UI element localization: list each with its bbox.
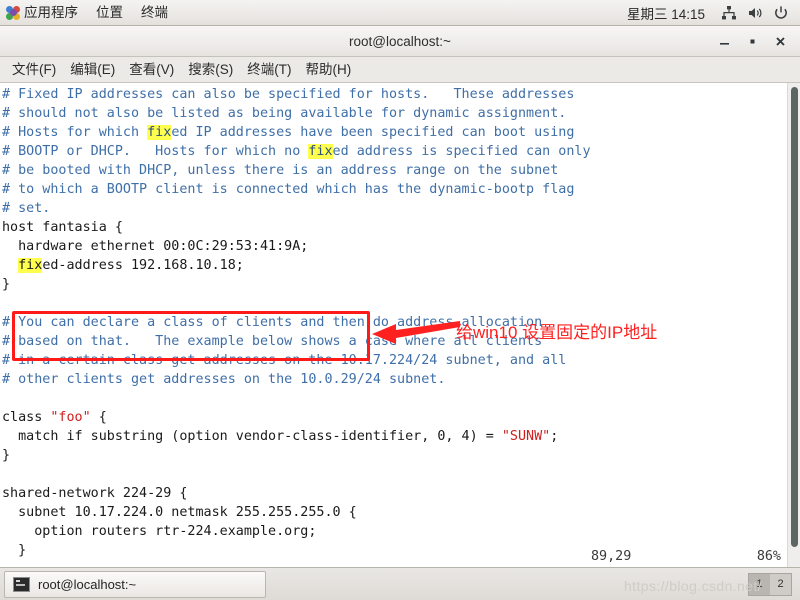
menu-help[interactable]: 帮助(H) <box>299 57 359 82</box>
applications-menu[interactable]: 应用程序 <box>0 0 87 25</box>
scroll-percent: 86% <box>756 549 781 564</box>
system-tray: 星期三 14:15 <box>617 1 800 25</box>
close-button[interactable] <box>766 29 794 55</box>
terminal-line: # based on that. The example below shows… <box>2 334 543 349</box>
window-controls <box>710 26 794 57</box>
terminal-menu[interactable]: 终端 <box>132 0 177 25</box>
title-bar[interactable]: root@localhost:~ <box>0 26 800 57</box>
terminal-icon <box>13 576 30 592</box>
terminal-line: hardware ethernet 00:0C:29:53:41:9A; <box>2 239 309 254</box>
terminal-text: # Fixed IP addresses can also be specifi… <box>0 83 787 567</box>
menu-file[interactable]: 文件(F) <box>5 57 63 82</box>
clock[interactable]: 星期三 14:15 <box>617 3 715 23</box>
menu-view[interactable]: 查看(V) <box>122 57 181 82</box>
terminal-scrollbar[interactable] <box>787 83 800 567</box>
terminal-line: # You can declare a class of clients and… <box>2 315 543 330</box>
terminal-content[interactable]: # Fixed IP addresses can also be specifi… <box>0 83 800 567</box>
terminal-line: # in a certain class get addresses on th… <box>2 353 567 368</box>
terminal-line: shared-network 224-29 { <box>2 486 188 501</box>
terminal-line: # set. <box>2 201 51 216</box>
taskbar-window-button[interactable]: root@localhost:~ <box>4 570 266 598</box>
maximize-button[interactable] <box>738 29 766 55</box>
terminal-line: } <box>2 448 11 463</box>
terminal-line: # Hosts for which fixed IP addresses hav… <box>2 125 575 140</box>
taskbar-right: https://blog.csdn.net/ 1 2 <box>624 572 796 596</box>
terminal-window: root@localhost:~ 文件(F) 编辑(E) 查看(V) 搜索(S)… <box>0 26 800 567</box>
terminal-line: } <box>2 277 11 292</box>
terminal-line: # should not also be listed as being ava… <box>2 106 567 121</box>
terminal-line: subnet 10.17.224.0 netmask 255.255.255.0… <box>2 505 357 520</box>
taskbar: root@localhost:~ https://blog.csdn.net/ … <box>0 567 800 600</box>
menu-bar: 文件(F) 编辑(E) 查看(V) 搜索(S) 终端(T) 帮助(H) <box>0 57 800 83</box>
gnome-logo-icon <box>6 5 20 20</box>
terminal-line: option routers rtr-224.example.org; <box>2 524 317 539</box>
terminal-line: # be booted with DHCP, unless there is a… <box>2 163 559 178</box>
terminal-line: match if substring (option vendor-class-… <box>2 429 559 444</box>
power-icon[interactable] <box>769 1 793 25</box>
workspace-2[interactable]: 2 <box>770 574 791 595</box>
network-icon[interactable] <box>717 1 741 25</box>
menu-edit[interactable]: 编辑(E) <box>63 57 122 82</box>
volume-icon[interactable] <box>743 1 767 25</box>
cursor-position: 89,29 <box>591 549 632 564</box>
menu-search[interactable]: 搜索(S) <box>181 57 240 82</box>
taskbar-window-label: root@localhost:~ <box>38 576 137 592</box>
annotation-text: 给win10 设置固定的IP地址 <box>456 323 658 342</box>
top-panel: 应用程序 位置 终端 星期三 14:15 <box>0 0 800 26</box>
window-title: root@localhost:~ <box>349 33 451 49</box>
menu-terminal[interactable]: 终端(T) <box>240 57 298 82</box>
applications-menu-label: 应用程序 <box>24 5 78 20</box>
scrollbar-thumb[interactable] <box>791 87 798 547</box>
editor-status-line: 89,29 86% <box>0 547 787 566</box>
terminal-line: fixed-address 192.168.10.18; <box>18 258 244 273</box>
terminal-line: # Fixed IP addresses can also be specifi… <box>2 87 575 102</box>
watermark-text: https://blog.csdn.net/ <box>624 577 762 594</box>
terminal-line: # BOOTP or DHCP. Hosts for which no fixe… <box>2 144 591 159</box>
terminal-line: # to which a BOOTP client is connected w… <box>2 182 575 197</box>
places-menu[interactable]: 位置 <box>87 0 132 25</box>
minimize-button[interactable] <box>710 29 738 55</box>
terminal-line: class "foo" { <box>2 410 107 425</box>
terminal-line: host fantasia { <box>2 220 123 235</box>
terminal-line: # other clients get addresses on the 10.… <box>2 372 446 387</box>
